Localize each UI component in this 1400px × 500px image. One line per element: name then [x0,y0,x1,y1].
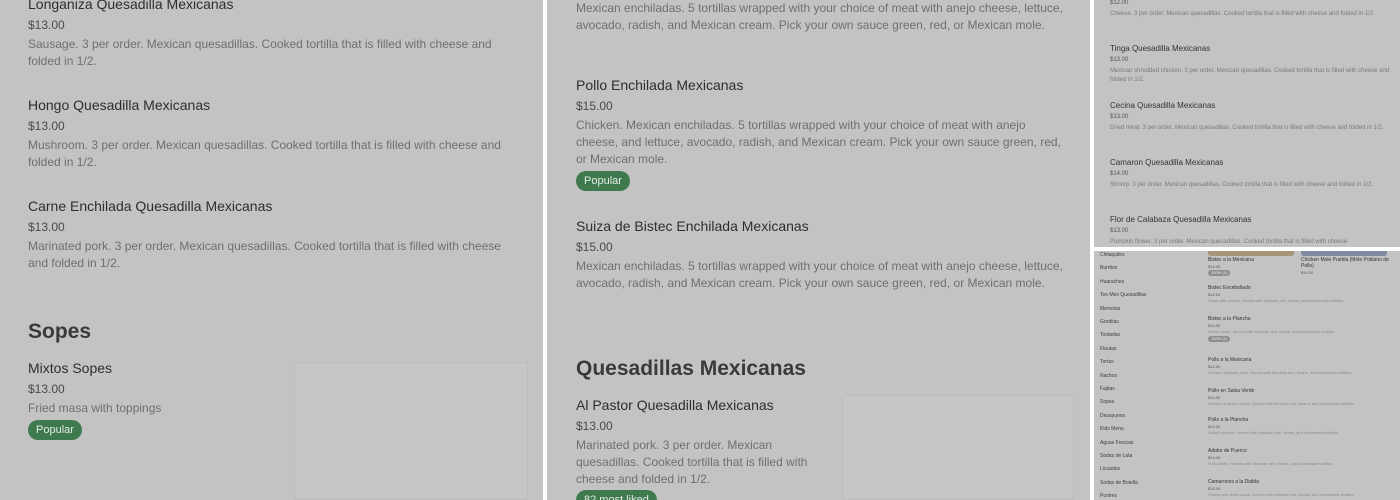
item-description: Grilled chicken. Served with Mexican ric… [1208,430,1339,435]
item-name[interactable]: Bistec a la Mexicana [1208,257,1254,263]
category-link[interactable]: Chilaquiles [1100,252,1124,258]
item-description: Pumpkin flower. 3 per order. Mexican que… [1110,239,1348,245]
item-description: Mexican enchiladas. 5 tortillas wrapped … [576,1,1063,32]
item-name[interactable]: Adobo de Puerco [1208,448,1247,454]
menu-panel-left: Longaniza Quesadilla Mexicanas $13.00 Sa… [0,0,543,500]
item-price: $13.00 [1110,57,1129,63]
item-name[interactable]: Pollo en Salsa Verde [1208,388,1254,394]
item-name[interactable]: Chicken Mole Puebla (Mole Poblano de Pol… [1301,257,1391,269]
item-price: $13.00 [28,18,65,32]
rating-badge: 100% (1) [1208,270,1231,276]
item-price: $14.00 [1208,455,1221,460]
menu-panel-middle: Mexican enchiladas. 5 tortillas wrapped … [547,0,1090,500]
item-image[interactable] [1301,251,1387,256]
section-title: Sopes [28,320,92,343]
category-link[interactable]: Sodas de Botella [1100,480,1138,486]
item-price: $14.00 [1301,270,1314,275]
item-image[interactable] [842,395,1074,500]
item-price: $12.00 [1110,0,1129,6]
item-price: $16.00 [1208,486,1221,491]
item-description: Chicken. Mexican enchiladas. 5 tortillas… [576,118,1061,166]
category-link[interactable]: Gorditas [1100,319,1119,325]
item-name[interactable]: Camaron Quesadilla Mexicanas [1110,158,1223,167]
item-name[interactable]: Mixtos Sopes [28,360,112,376]
item-price: $14.00 [1208,292,1221,297]
item-price: $13.00 [28,382,65,396]
item-description: Fried masa with toppings [28,401,162,415]
category-link[interactable]: Licuados [1100,466,1120,472]
item-description: Grilled steak. Served with Mexican rice,… [1208,329,1335,334]
popular-badge: Popular [28,420,82,440]
item-description: Marinated pork. 3 per order. Mexican que… [28,239,501,270]
item-name[interactable]: Carne Enchilada Quesadilla Mexicanas [28,198,272,214]
item-description: Mexican shredded chicken. 3 per order. M… [1110,68,1390,83]
item-description: Shrimp. 3 per order. Mexican quesadillas… [1110,182,1374,188]
item-description: Pork adobo. Served with Mexican rice, be… [1208,461,1334,466]
item-price: $14.00 [1208,424,1221,429]
category-link[interactable]: Burritos [1100,265,1117,271]
item-description: Steak with onions. Served with Mexican r… [1208,298,1345,303]
section-title: Quesadillas Mexicanas [576,357,806,380]
category-link[interactable]: Sopes [1100,399,1114,405]
item-price: $13.00 [28,220,65,234]
category-link[interactable]: Aguas Frescas [1100,440,1133,446]
item-description: Sausage. 3 per order. Mexican quesadilla… [28,37,492,68]
menu-panel-top-right: $12.00 Cheese. 3 per order. Mexican ques… [1094,0,1400,247]
item-name[interactable]: Longaniza Quesadilla Mexicanas [28,0,233,12]
menu-panel-bottom-right: Chilaquiles Burritos Huaraches Tex-Mex Ques… [1094,251,1400,500]
category-link[interactable]: Nachos [1100,373,1117,379]
item-description: Mushroom. 3 per order. Mexican quesadill… [28,138,501,169]
item-price: $14.00 [1110,171,1129,177]
category-link[interactable]: Sodas de Lata [1100,453,1132,459]
item-name[interactable]: Hongo Quesadilla Mexicanas [28,97,210,113]
item-name[interactable]: Pollo a la Mexicana [1208,357,1251,363]
most-liked-badge: 82 most liked [576,490,657,500]
item-description: Marinated pork. 3 per order. Mexican que… [576,438,808,486]
item-description: Chicken Mexican style. Served with Mexic… [1208,370,1353,375]
item-name[interactable]: Bistec a la Plancha [1208,316,1251,322]
item-price: $13.00 [576,419,613,433]
item-name[interactable]: Camarones a la Diabla [1208,479,1259,485]
category-link[interactable]: Huaraches [1100,279,1124,285]
category-link[interactable]: Tortas [1100,359,1114,365]
item-description: Cheese. 3 per order. Mexican quesadillas… [1110,11,1375,17]
item-description: Mexican enchiladas. 5 tortillas wrapped … [576,259,1063,290]
item-price: $13.00 [1110,228,1129,234]
category-link[interactable]: Flautas [1100,346,1116,352]
item-price: $14.00 [1208,323,1221,328]
item-name[interactable]: Tinga Quesadilla Mexicanas [1110,44,1210,53]
item-price: $13.00 [1110,114,1129,120]
category-link[interactable]: Desayunos [1100,413,1125,419]
category-link[interactable]: Tostadas [1100,332,1120,338]
item-name[interactable]: Al Pastor Quesadilla Mexicanas [576,397,774,413]
category-link[interactable]: Kids Menu [1100,426,1124,432]
item-price: $13.00 [28,119,65,133]
popular-badge: Popular [576,171,630,191]
rating-badge: 100% (1) [1208,336,1231,342]
category-link[interactable]: Postres [1100,493,1117,499]
item-price: $14.00 [1208,364,1221,369]
item-price: $15.00 [576,240,613,254]
item-price: $15.00 [576,99,613,113]
item-name[interactable]: Flor de Calabaza Quesadilla Mexicanas [1110,215,1251,224]
category-link[interactable]: Tex-Mex Quesadillas [1100,292,1146,298]
category-link[interactable]: Fajitas [1100,386,1115,392]
category-link[interactable]: Memelas [1100,306,1120,312]
item-name[interactable]: Pollo Enchilada Mexicanas [576,77,743,93]
item-name[interactable]: Pollo a la Plancha [1208,417,1248,423]
item-image[interactable] [1208,251,1294,256]
item-name[interactable]: Cecina Quesadilla Mexicanas [1110,101,1215,110]
item-description: Shrimp with devil sauce. Served with Mex… [1208,492,1355,497]
item-image[interactable] [294,362,528,500]
item-name[interactable]: Suiza de Bistec Enchilada Mexicanas [576,218,809,234]
item-price: $14.00 [1208,264,1221,269]
item-price: $14.00 [1208,395,1221,400]
item-name[interactable]: Bistec Encebollado [1208,285,1251,291]
item-description: Dried meat. 3 per order. Mexican quesadi… [1110,125,1384,131]
item-description: Chicken in green sauce. Served with Mexi… [1208,401,1355,406]
